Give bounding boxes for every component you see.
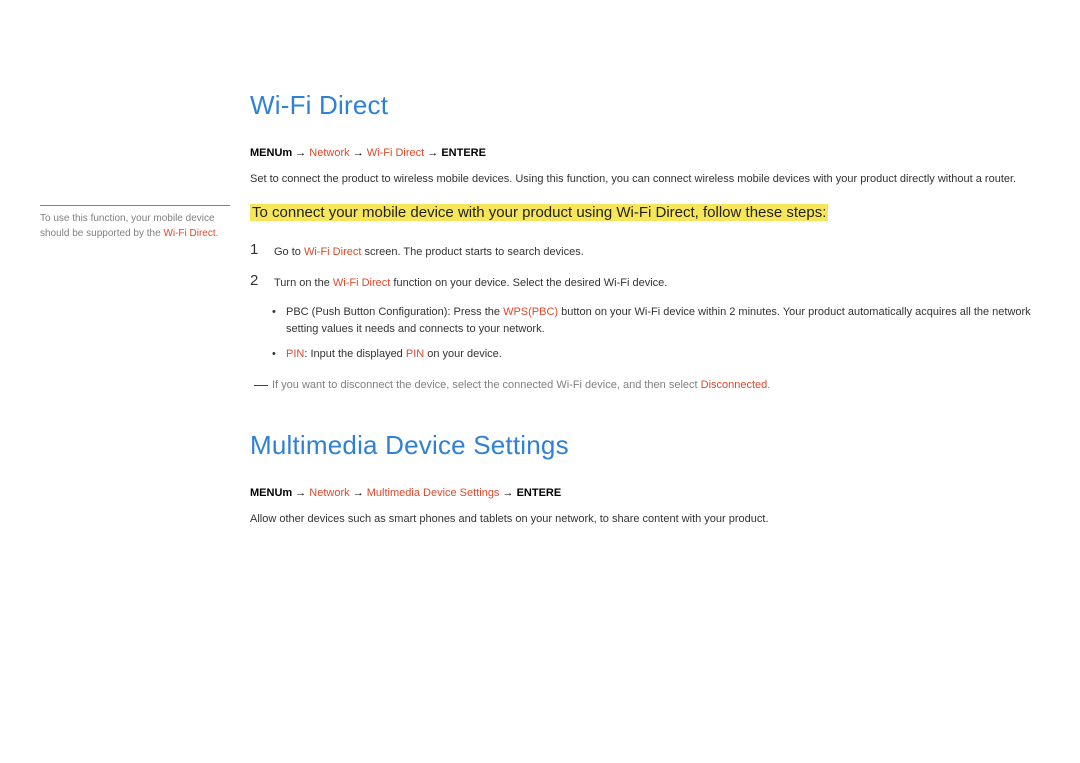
sidebar-text-em: Wi-Fi Direct xyxy=(163,228,215,239)
menu-e: E xyxy=(479,147,486,159)
menu-m: m xyxy=(282,147,292,159)
step1-number: 1 xyxy=(250,241,274,261)
section1-desc: Set to connect the product to wireless m… xyxy=(250,171,1040,188)
bullet2-mid: : Input the displayed xyxy=(304,348,406,360)
section1-highlight-row: To connect your mobile device with your … xyxy=(250,202,1040,223)
step-2: 2 Turn on the Wi-Fi Direct function on y… xyxy=(250,272,1040,292)
section1-highlight: To connect your mobile device with your … xyxy=(250,204,828,221)
bullet-2: PIN: Input the displayed PIN on your dev… xyxy=(272,346,1040,363)
sidebar-note: To use this function, your mobile device… xyxy=(40,205,230,241)
menu-enter: ENTER xyxy=(517,487,554,499)
step1-post: screen. The product starts to search dev… xyxy=(361,246,583,258)
section2-desc: Allow other devices such as smart phones… xyxy=(250,511,1040,528)
note-dash-icon: ― xyxy=(254,376,268,392)
arrow: → xyxy=(292,147,309,159)
menu-m: m xyxy=(282,487,292,499)
step2-body: Turn on the Wi-Fi Direct function on you… xyxy=(274,272,667,292)
step2-em: Wi-Fi Direct xyxy=(333,277,390,289)
bullet2-em1: PIN xyxy=(286,348,304,360)
arrow: → xyxy=(350,487,367,499)
step2-post: function on your device. Select the desi… xyxy=(390,277,667,289)
section1-title: Wi-Fi Direct xyxy=(250,90,1040,121)
menu-network: Network xyxy=(309,147,349,159)
bullet1-em: WPS(PBC) xyxy=(503,306,558,318)
note-em: Disconnected xyxy=(701,379,768,391)
menu-network: Network xyxy=(309,487,349,499)
section1-note: ― If you want to disconnect the device, s… xyxy=(254,373,1040,394)
bullet1-pre: PBC (Push Button Configuration): Press t… xyxy=(286,306,503,318)
bullet2-em2: PIN xyxy=(406,348,424,360)
menu-prefix: MENU xyxy=(250,487,282,499)
section-spacer xyxy=(250,394,1040,430)
arrow: → xyxy=(292,487,309,499)
menu-prefix: MENU xyxy=(250,147,282,159)
menu-item: Wi-Fi Direct xyxy=(367,147,424,159)
note-post: . xyxy=(767,379,770,391)
bullet-1: PBC (Push Button Configuration): Press t… xyxy=(272,304,1040,338)
document-page: To use this function, your mobile device… xyxy=(0,0,1080,763)
sidebar-divider xyxy=(40,205,230,206)
steps-list: 1 Go to Wi-Fi Direct screen. The product… xyxy=(250,241,1040,292)
arrow: → xyxy=(350,147,367,159)
main-content: Wi-Fi Direct MENUm → Network → Wi-Fi Dir… xyxy=(250,90,1040,527)
section1-menu-path: MENUm → Network → Wi-Fi Direct → ENTERE xyxy=(250,147,1040,159)
menu-enter: ENTER xyxy=(441,147,478,159)
step1-em: Wi-Fi Direct xyxy=(304,246,361,258)
step2-pre: Turn on the xyxy=(274,277,333,289)
bullet2-post: on your device. xyxy=(424,348,502,360)
bullet-list: PBC (Push Button Configuration): Press t… xyxy=(272,304,1040,363)
menu-e: E xyxy=(554,487,561,499)
menu-item: Multimedia Device Settings xyxy=(367,487,500,499)
note-pre: If you want to disconnect the device, se… xyxy=(272,379,701,391)
section2-title: Multimedia Device Settings xyxy=(250,430,1040,461)
section2-menu-path: MENUm → Network → Multimedia Device Sett… xyxy=(250,487,1040,499)
step2-number: 2 xyxy=(250,272,274,292)
step-1: 1 Go to Wi-Fi Direct screen. The product… xyxy=(250,241,1040,261)
arrow: → xyxy=(499,487,516,499)
sidebar-text-post: . xyxy=(216,228,219,239)
arrow: → xyxy=(424,147,441,159)
step1-body: Go to Wi-Fi Direct screen. The product s… xyxy=(274,241,584,261)
step1-pre: Go to xyxy=(274,246,304,258)
